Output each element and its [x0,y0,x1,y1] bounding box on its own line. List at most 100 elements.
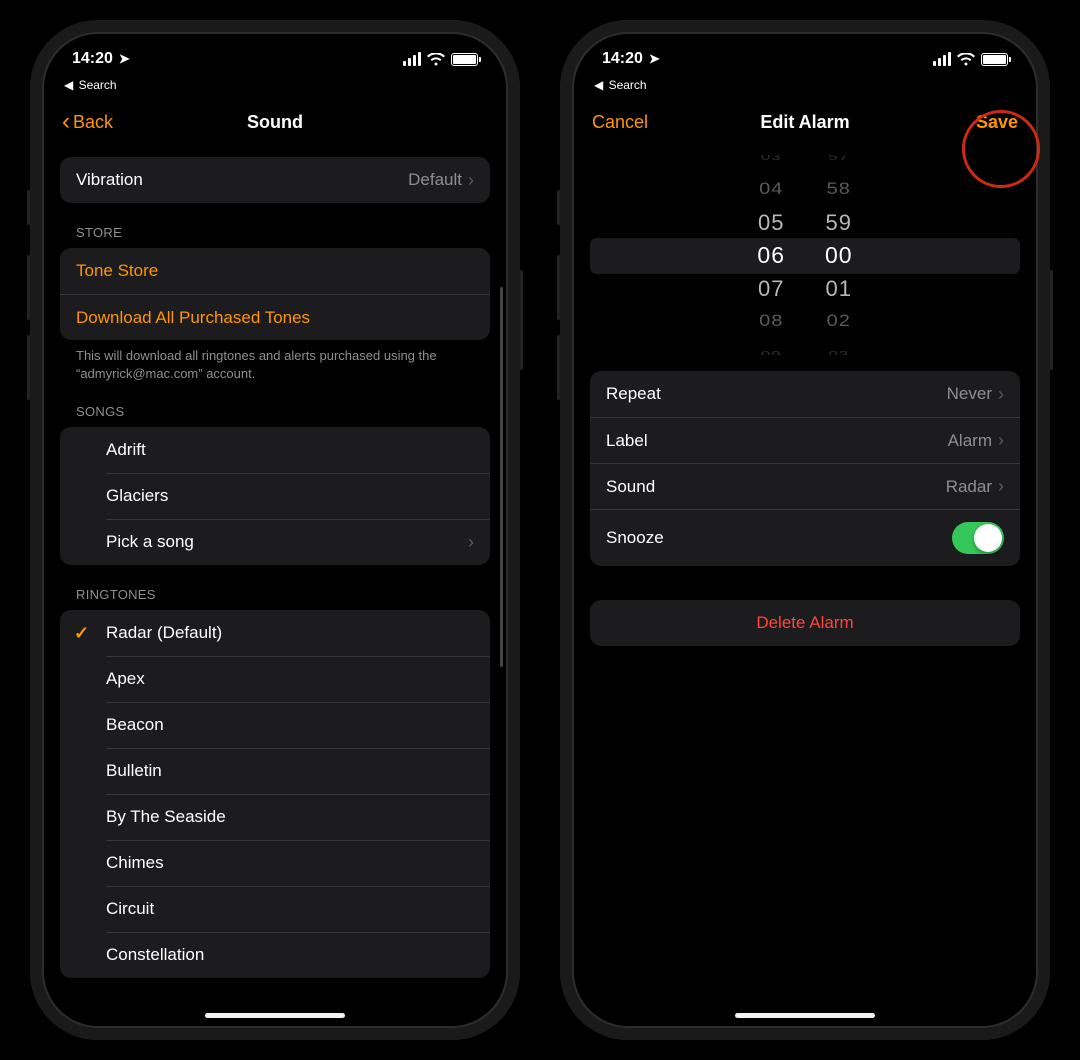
cancel-button[interactable]: Cancel [592,112,648,133]
picker-item: 57 [828,155,849,166]
row-label: Sound [606,477,655,497]
breadcrumb[interactable]: ◀︎ Search [44,78,506,95]
row-label: Beacon [106,715,164,735]
row-label: Radar (Default) [106,623,222,643]
picker-item: 03 [828,344,849,355]
row-label: Glaciers [106,486,168,506]
status-time: 14:20 [72,50,113,68]
section-header-store: STORE [60,203,490,248]
page-title: Sound [44,112,506,133]
chevron-right-icon: › [468,532,474,553]
nav-bar: Cancel Edit Alarm Save [574,95,1036,149]
picker-hours-column[interactable]: 03 04 05060708 09 [757,155,785,355]
sound-row[interactable]: Sound Radar › [590,463,1020,509]
song-row[interactable]: Glaciers [60,473,490,519]
row-label: Chimes [106,853,164,873]
chevron-right-icon: › [468,170,474,191]
snooze-row: Snooze [590,509,1020,566]
delete-alarm-button[interactable]: Delete Alarm [590,600,1020,646]
picker-minutes-column[interactable]: 57 58 59000102 03 [825,155,853,355]
chevron-right-icon: › [998,476,1004,497]
picker-item: 09 [761,344,782,355]
picker-item: 07 [758,272,784,305]
picker-item: 59 [826,206,852,239]
song-row[interactable]: Adrift [60,427,490,473]
row-label: Repeat [606,384,661,404]
nav-bar: ‹ Back Sound [44,95,506,149]
download-tones-row[interactable]: Download All Purchased Tones [60,294,490,340]
cellular-signal-icon [933,52,952,66]
phone-edit-alarm-screen: 14:20 ➤ ◀︎ Search Cancel Edit Alarm Save… [560,20,1050,1040]
row-label: Snooze [606,528,664,548]
picker-item: 00 [825,239,853,272]
picker-item: 08 [759,307,783,335]
row-label: Bulletin [106,761,162,781]
tone-store-row[interactable]: Tone Store [60,248,490,294]
picker-item: 01 [826,272,852,305]
wifi-icon [427,53,445,66]
row-value: Radar [946,477,992,497]
repeat-row[interactable]: Repeat Never › [590,371,1020,417]
row-value: Default [408,170,462,190]
home-indicator[interactable] [735,1013,875,1018]
label-row[interactable]: Label Alarm › [590,417,1020,463]
link-label: Download All Purchased Tones [76,308,310,328]
row-label: Pick a song [106,532,194,552]
row-label: Label [606,431,648,451]
ringtone-row[interactable]: By The Seaside [60,794,490,840]
section-header-ringtones: RINGTONES [60,565,490,610]
vibration-row[interactable]: Vibration Default › [60,157,490,203]
nav-label: Save [976,112,1018,132]
picker-item: 05 [758,206,784,239]
row-value: Never [947,384,992,404]
chevron-right-icon: › [998,430,1004,451]
link-label: Tone Store [76,261,158,281]
ringtone-row[interactable]: Beacon [60,702,490,748]
location-icon: ➤ [119,51,130,67]
row-label: By The Seaside [106,807,226,827]
home-indicator[interactable] [205,1013,345,1018]
phone-sound-screen: 14:20 ➤ ◀︎ Search ‹ Back Sound Vibration [30,20,520,1040]
nav-label: Cancel [592,112,648,133]
chevron-right-icon: › [998,384,1004,405]
picker-item: 06 [757,239,785,272]
row-label: Circuit [106,899,154,919]
status-right-icons [933,52,1009,66]
row-value: Alarm [948,431,992,451]
row-label: Apex [106,669,145,689]
picker-item: 04 [759,175,783,203]
row-label: Adrift [106,440,146,460]
snooze-toggle[interactable] [952,522,1004,554]
back-caret-icon: ◀︎ [64,78,73,92]
status-right-icons [403,52,479,66]
picker-item: 02 [827,307,851,335]
time-picker[interactable]: 03 04 05060708 09 57 58 59000102 03 [590,155,1020,355]
wifi-icon [957,53,975,66]
ringtone-row[interactable]: Apex [60,656,490,702]
back-caret-icon: ◀︎ [594,78,603,92]
row-label: Vibration [76,170,143,190]
save-button[interactable]: Save [976,112,1018,133]
back-label: Back [73,112,113,133]
row-label: Constellation [106,945,204,965]
back-button[interactable]: ‹ Back [62,112,113,133]
pick-song-row[interactable]: Pick a song › [60,519,490,565]
section-header-songs: SONGS [60,382,490,427]
checkmark-icon: ✓ [74,623,104,644]
ringtone-row[interactable]: Circuit [60,886,490,932]
ringtone-row[interactable]: ✓Radar (Default) [60,610,490,656]
button-label: Delete Alarm [756,613,853,632]
location-icon: ➤ [649,51,660,67]
breadcrumb[interactable]: ◀︎ Search [574,78,1036,95]
battery-icon [981,53,1008,66]
cellular-signal-icon [403,52,422,66]
status-time: 14:20 [602,50,643,68]
section-footer: This will download all ringtones and ale… [60,340,490,382]
ringtone-row[interactable]: Constellation [60,932,490,978]
ringtone-row[interactable]: Bulletin [60,748,490,794]
scrollbar[interactable] [500,287,503,667]
picker-item: 58 [827,175,851,203]
ringtone-row[interactable]: Chimes [60,840,490,886]
picker-item: 03 [761,155,782,166]
battery-icon [451,53,478,66]
